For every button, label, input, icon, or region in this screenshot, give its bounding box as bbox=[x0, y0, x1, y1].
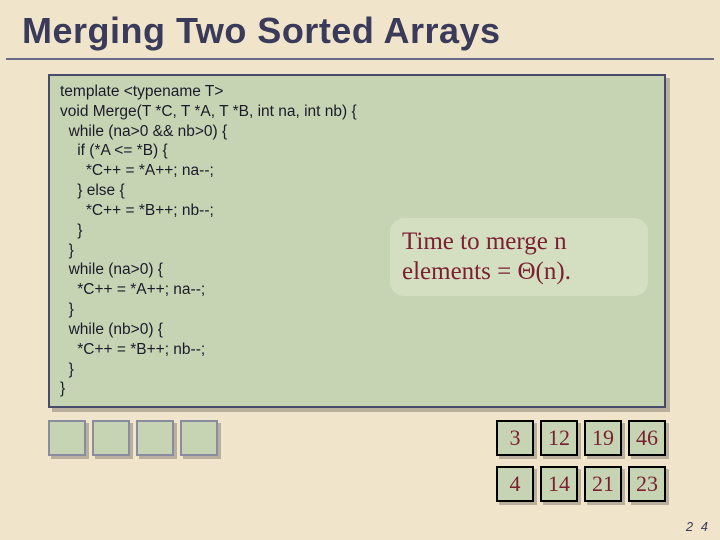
input-array-a: 3 12 19 46 bbox=[496, 420, 666, 456]
array-cell: 46 bbox=[628, 420, 666, 456]
callout-line-1: Time to merge n bbox=[402, 227, 648, 258]
page-number: 2 4 bbox=[686, 519, 710, 534]
array-cell: 23 bbox=[628, 466, 666, 502]
array-cell: 19 bbox=[584, 420, 622, 456]
array-cell: 3 bbox=[496, 420, 534, 456]
output-array bbox=[48, 420, 218, 456]
array-cell bbox=[180, 420, 218, 456]
slide-title: Merging Two Sorted Arrays bbox=[6, 0, 714, 60]
array-cell: 21 bbox=[584, 466, 622, 502]
input-array-b: 4 14 21 23 bbox=[496, 466, 666, 502]
callout-n: n bbox=[554, 228, 567, 255]
array-cell: 12 bbox=[540, 420, 578, 456]
callout-text: Time to merge bbox=[402, 228, 554, 255]
array-cell bbox=[92, 420, 130, 456]
complexity-callout: Time to merge n elements = Θ(n). bbox=[390, 218, 648, 296]
callout-text: elements = bbox=[402, 258, 517, 285]
code-block: template <typename T> void Merge(T *C, T… bbox=[48, 74, 666, 408]
callout-theta: Θ(n) bbox=[517, 258, 564, 285]
array-cell: 14 bbox=[540, 466, 578, 502]
array-cell bbox=[136, 420, 174, 456]
callout-text: . bbox=[565, 258, 571, 285]
array-cell: 4 bbox=[496, 466, 534, 502]
callout-line-2: elements = Θ(n). bbox=[402, 257, 648, 288]
array-cell bbox=[48, 420, 86, 456]
